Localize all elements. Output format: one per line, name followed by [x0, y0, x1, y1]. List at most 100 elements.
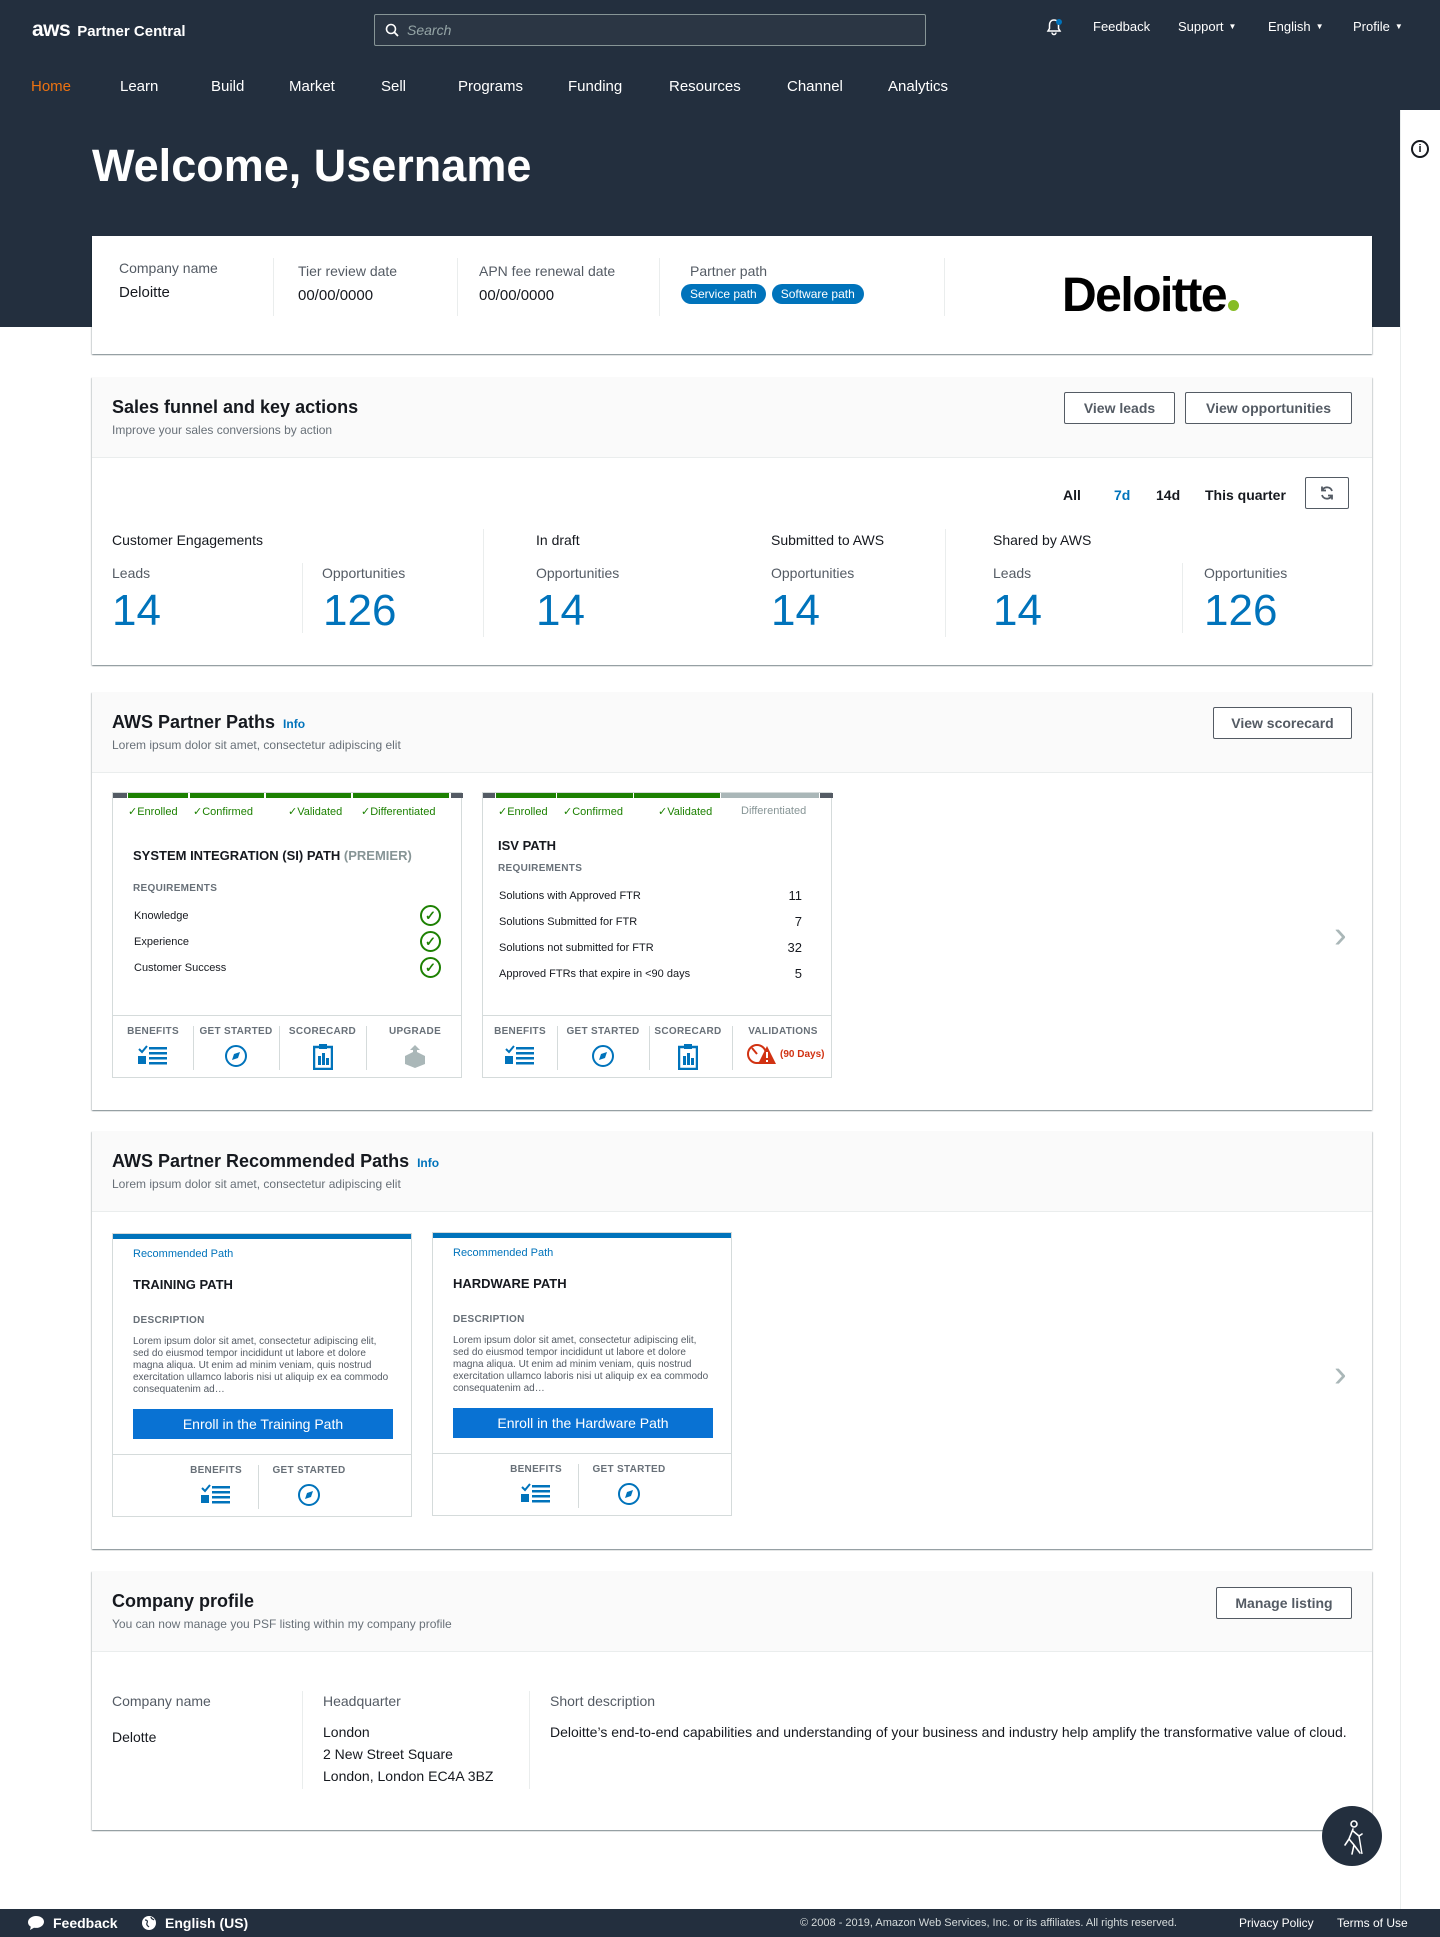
headquarter-line: London — [323, 1724, 370, 1740]
refresh-button[interactable] — [1305, 477, 1349, 509]
apn-renewal-label: APN fee renewal date — [479, 263, 616, 279]
search-input[interactable] — [407, 22, 907, 38]
feedback-link[interactable]: Feedback — [1093, 19, 1150, 34]
accessibility-button[interactable] — [1322, 1806, 1382, 1866]
nav-build[interactable]: Build — [211, 78, 244, 95]
nav-funding[interactable]: Funding — [568, 78, 622, 95]
page-footer: Feedback English (US) © 2008 - 2019, Ama… — [0, 1909, 1440, 1937]
divider — [1182, 563, 1183, 633]
get-started-action[interactable]: GET STARTED — [259, 1455, 359, 1513]
training-path-card[interactable]: Recommended Path TRAINING PATH DESCRIPTI… — [112, 1233, 412, 1517]
language-menu[interactable]: English ▼ — [1268, 19, 1324, 34]
metric-value[interactable]: 14 — [993, 586, 1042, 636]
metric-value[interactable]: 126 — [323, 586, 396, 636]
view-opportunities-button[interactable]: View opportunities — [1185, 392, 1352, 424]
nav-learn[interactable]: Learn — [120, 78, 158, 95]
chevron-right-icon[interactable]: › — [1334, 914, 1347, 957]
nav-sell[interactable]: Sell — [381, 78, 406, 95]
company-logo: Deloitte — [1062, 268, 1240, 323]
manage-listing-button[interactable]: Manage listing — [1216, 1587, 1352, 1619]
metric-label: Opportunities — [771, 565, 855, 581]
aws-logo[interactable]: aws Partner Central — [32, 18, 186, 42]
section-title-text: AWS Partner Paths — [112, 712, 276, 732]
view-scorecard-button[interactable]: View scorecard — [1213, 707, 1352, 739]
profile-menu[interactable]: Profile ▼ — [1353, 19, 1403, 34]
nav-resources[interactable]: Resources — [669, 78, 741, 95]
compass-icon — [592, 1045, 614, 1067]
recommended-paths-card: AWS Partner Recommended Paths Info Lorem … — [92, 1131, 1372, 1549]
validations-action[interactable]: VALIDATIONS (90 Days) — [733, 1016, 833, 1074]
get-started-action[interactable]: GET STARTED — [558, 1016, 648, 1074]
company-profile-card: Company profile You can now manage you P… — [92, 1571, 1372, 1830]
progress-segment — [113, 793, 127, 798]
search-bar[interactable] — [374, 14, 926, 46]
nav-programs[interactable]: Programs — [458, 78, 523, 95]
upgrade-action[interactable]: UPGRADE — [367, 1016, 463, 1074]
support-menu[interactable]: Support ▼ — [1178, 19, 1236, 34]
get-started-action[interactable]: GET STARTED — [579, 1454, 679, 1512]
benefits-action[interactable]: BENEFITS — [493, 1454, 579, 1512]
requirements-heading: REQUIREMENTS — [498, 863, 583, 874]
nav-home[interactable]: Home — [31, 78, 71, 95]
short-description-value: Deloitte’s end-to-end capabilities and u… — [550, 1724, 1347, 1740]
divider — [302, 563, 303, 633]
divider — [273, 258, 274, 316]
terms-link[interactable]: Terms of Use — [1337, 1916, 1408, 1930]
metric-value[interactable]: 14 — [112, 586, 161, 636]
nav-market[interactable]: Market — [289, 78, 335, 95]
metric-label: Opportunities — [536, 565, 620, 581]
privacy-link[interactable]: Privacy Policy — [1239, 1916, 1314, 1930]
info-link[interactable]: Info — [283, 717, 305, 731]
metric-label: Leads — [112, 565, 151, 581]
enroll-hardware-button[interactable]: Enroll in the Hardware Path — [453, 1408, 713, 1438]
metric-value[interactable]: 14 — [536, 586, 585, 636]
requirement-item: Approved FTRs that expire in <90 days — [499, 968, 691, 980]
card-accent-bar — [113, 1234, 411, 1239]
get-started-action[interactable]: GET STARTED — [194, 1016, 278, 1074]
benefits-action[interactable]: BENEFITS — [483, 1016, 557, 1074]
action-label: GET STARTED — [199, 1026, 273, 1037]
card-footer: BENEFITS GET STARTED SCORECARD VALIDATIO… — [483, 1015, 831, 1078]
metric-value[interactable]: 14 — [771, 586, 820, 636]
info-link[interactable]: Info — [417, 1156, 439, 1170]
view-leads-button[interactable]: View leads — [1064, 392, 1175, 424]
notification-bell-icon[interactable] — [1044, 17, 1064, 37]
company-name-label: Company name — [119, 260, 218, 276]
requirement-item: Solutions not submitted for FTR — [499, 942, 654, 954]
search-icon — [385, 23, 399, 37]
help-panel-strip — [1400, 110, 1440, 1910]
software-path-pill[interactable]: Software path — [771, 284, 864, 304]
benefits-action[interactable]: BENEFITS — [173, 1455, 259, 1513]
requirement-value: 7 — [794, 914, 802, 929]
path-title-text: SYSTEM INTEGRATION (SI) PATH — [133, 848, 341, 863]
benefits-action[interactable]: BENEFITS — [113, 1016, 193, 1074]
service-path-pill[interactable]: Service path — [681, 284, 766, 304]
filter-this-quarter[interactable]: This quarter — [1205, 487, 1286, 503]
enroll-training-button[interactable]: Enroll in the Training Path — [133, 1409, 393, 1439]
progress-segment — [634, 793, 720, 798]
hardware-path-card[interactable]: Recommended Path HARDWARE PATH DESCRIPTI… — [432, 1232, 732, 1516]
section-subtitle: Lorem ipsum dolor sit amet, consectetur … — [112, 738, 401, 752]
progress-segment — [266, 793, 351, 798]
filter-14d[interactable]: 14d — [1156, 487, 1180, 503]
footer-feedback[interactable]: Feedback — [27, 1915, 118, 1931]
chat-bubble-icon — [28, 1916, 44, 1930]
scorecard-action[interactable]: SCORECARD — [650, 1016, 726, 1074]
chevron-right-icon[interactable]: › — [1334, 1353, 1347, 1396]
nav-channel[interactable]: Channel — [787, 78, 843, 95]
company-name-value: Deloitte — [119, 284, 170, 301]
info-circle-icon[interactable]: i — [1411, 140, 1429, 158]
support-label: Support — [1178, 19, 1224, 34]
short-description-label: Short description — [550, 1693, 656, 1709]
filter-7d[interactable]: 7d — [1114, 487, 1130, 503]
filter-all[interactable]: All — [1063, 487, 1081, 503]
group-in-draft: In draft — [536, 532, 580, 548]
metric-value[interactable]: 126 — [1204, 586, 1277, 636]
headquarter-line: 2 New Street Square — [323, 1746, 453, 1762]
scorecard-action[interactable]: SCORECARD — [280, 1016, 365, 1074]
nav-analytics[interactable]: Analytics — [888, 78, 948, 95]
partner-path-label: Partner path — [690, 263, 768, 279]
si-path-card[interactable]: ✓Enrolled ✓Confirmed ✓Validated ✓Differe… — [112, 792, 463, 1078]
isv-path-card[interactable]: ✓Enrolled ✓Confirmed ✓Validated Differen… — [482, 792, 833, 1078]
footer-language[interactable]: English (US) — [141, 1915, 248, 1931]
